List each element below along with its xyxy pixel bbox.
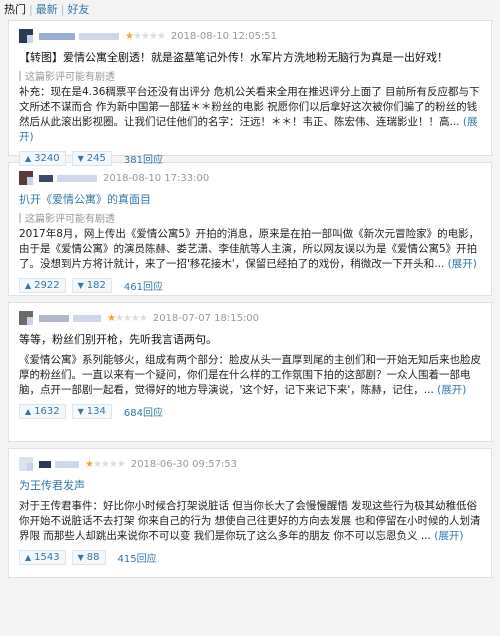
expand-link[interactable]: (展开) bbox=[448, 258, 477, 270]
downvote-button[interactable]: ▼ 134 bbox=[71, 404, 112, 419]
spoiler-bar bbox=[19, 70, 21, 81]
review-title[interactable]: 等等，粉丝们别开枪，先听我言语两句。 bbox=[19, 331, 481, 347]
avatar[interactable] bbox=[19, 311, 33, 325]
reply-link[interactable]: 461回应 bbox=[124, 278, 163, 293]
review-card: ★★★★★ 2018-06-30 09:57:53 为王传君发声 对于王传君事件… bbox=[8, 448, 492, 578]
thumb-down-icon: ▼ bbox=[77, 154, 84, 163]
review-title[interactable]: 【转图】爱情公寓全剧透！就是盗墓笔记外传！水军片方洗地粉无脑行为真是一出好戏！ bbox=[19, 49, 481, 65]
username-blurred[interactable] bbox=[39, 174, 53, 182]
username-blurred[interactable] bbox=[39, 460, 51, 468]
review-time: 2018-08-10 12:05:51 bbox=[170, 30, 278, 42]
review-header: ★★★★★ 2018-06-30 09:57:53 bbox=[19, 455, 481, 473]
downvote-button[interactable]: ▼ 182 bbox=[71, 278, 112, 293]
thumb-up-icon: ▲ bbox=[25, 407, 32, 416]
username-blurred-2 bbox=[73, 314, 101, 322]
review-actions: ▲ 1632 ▼ 134 684回应 bbox=[19, 404, 481, 419]
review-title[interactable]: 为王传君发声 bbox=[19, 477, 481, 493]
review-body: 2017年8月，网上传出《爱情公寓5》开拍的消息，原来是在拍一部叫做《新次元冒险… bbox=[19, 228, 480, 270]
upvote-button[interactable]: ▲ 2922 bbox=[19, 278, 66, 293]
upvote-button[interactable]: ▲ 1632 bbox=[19, 404, 66, 419]
downvote-button[interactable]: ▼ 245 bbox=[71, 151, 112, 166]
reply-link[interactable]: 415回应 bbox=[118, 550, 157, 565]
thumb-down-icon: ▼ bbox=[77, 281, 84, 290]
rating-stars: ★★★★★ bbox=[85, 458, 126, 470]
review-time: 2018-07-07 18:15:00 bbox=[152, 312, 260, 324]
review-time: 2018-08-10 17:33:00 bbox=[103, 172, 210, 184]
spoiler-warning: 这篇影评可能有剧透 bbox=[19, 210, 481, 225]
reply-link[interactable]: 381回应 bbox=[124, 151, 163, 166]
tab-hot[interactable]: 热门 bbox=[4, 3, 26, 16]
review-time: 2018-06-30 09:57:53 bbox=[130, 458, 238, 470]
review-header: 2018-08-10 17:33:00 bbox=[19, 169, 481, 187]
rating-stars: ★★★★★ bbox=[125, 30, 166, 42]
expand-link[interactable]: (展开) bbox=[434, 530, 463, 542]
thumb-up-icon: ▲ bbox=[25, 281, 32, 290]
expand-link[interactable]: (展开) bbox=[437, 384, 466, 396]
username-blurred-2 bbox=[79, 32, 119, 40]
spoiler-warning: 这篇影评可能有剧透 bbox=[19, 68, 481, 83]
review-actions: ▲ 2922 ▼ 182 461回应 bbox=[19, 278, 481, 293]
tab-latest[interactable]: 最新 bbox=[36, 3, 58, 16]
review-body: 补充：现在是4.36稠票平台还没有出评分 危机公关看来全用在推迟评分上面了 目前… bbox=[19, 86, 480, 143]
thumb-up-icon: ▲ bbox=[25, 154, 32, 163]
avatar[interactable] bbox=[19, 29, 33, 43]
username-blurred[interactable] bbox=[39, 32, 75, 40]
review-header: ★★★★★ 2018-08-10 12:05:51 bbox=[19, 27, 481, 45]
reviews-page: 热门 | 最新 | 好友 ★★★★★ 2018-08-10 12:05:51 【转图】爱… bbox=[0, 0, 500, 636]
avatar[interactable] bbox=[19, 171, 33, 185]
review-body: 对于王传君事件：好比你小时候合打架说脏话 但当你长大了会慢慢醒悟 发现这些行为极… bbox=[19, 500, 481, 542]
review-header: ★★★★★ 2018-07-07 18:15:00 bbox=[19, 309, 481, 327]
username-blurred-2 bbox=[57, 174, 97, 182]
rating-stars: ★★★★★ bbox=[107, 312, 148, 324]
review-card: 2018-08-10 17:33:00 扒开《爱情公寓》的真面目 这篇影评可能有… bbox=[8, 162, 492, 296]
review-actions: ▲ 1543 ▼ 88 415回应 bbox=[19, 550, 481, 565]
username-blurred-2 bbox=[55, 460, 79, 468]
upvote-button[interactable]: ▲ 3240 bbox=[19, 151, 66, 166]
tab-friends[interactable]: 好友 bbox=[67, 3, 89, 16]
downvote-button[interactable]: ▼ 88 bbox=[71, 550, 106, 565]
upvote-button[interactable]: ▲ 1543 bbox=[19, 550, 66, 565]
reply-link[interactable]: 684回应 bbox=[124, 404, 163, 419]
review-card: ★★★★★ 2018-08-10 12:05:51 【转图】爱情公寓全剧透！就是… bbox=[8, 20, 492, 166]
thumb-down-icon: ▼ bbox=[77, 553, 84, 562]
avatar[interactable] bbox=[19, 457, 33, 471]
sort-tabs: 热门 | 最新 | 好友 bbox=[4, 3, 90, 16]
thumb-up-icon: ▲ bbox=[25, 553, 32, 562]
review-title[interactable]: 扒开《爱情公寓》的真面目 bbox=[19, 191, 481, 207]
username-blurred[interactable] bbox=[39, 314, 69, 322]
spoiler-bar bbox=[19, 212, 21, 223]
review-card: ★★★★★ 2018-07-07 18:15:00 等等，粉丝们别开枪，先听我言… bbox=[8, 302, 492, 442]
thumb-down-icon: ▼ bbox=[77, 407, 84, 416]
review-body: 《爱情公寓》系列能够火，组成有两个部分：脸皮从头一直厚到尾的主创们和一开始无知后… bbox=[19, 354, 481, 396]
